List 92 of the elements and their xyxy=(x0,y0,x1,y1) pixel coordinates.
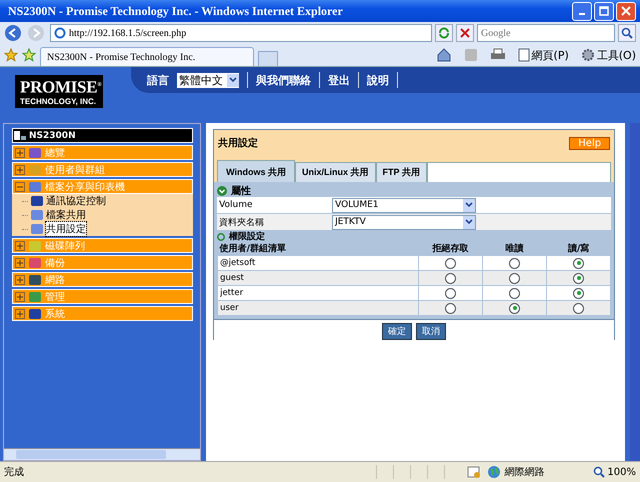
maximize-icon xyxy=(599,6,609,16)
panel-title: 共用設定 xyxy=(218,136,258,150)
language-label: 語言 xyxy=(147,72,169,88)
expand-icon[interactable] xyxy=(15,148,25,158)
table-cell: jetter xyxy=(218,286,419,300)
tab[interactable]: FTP 共用 xyxy=(376,162,427,182)
table-cell: @jetsoft xyxy=(218,256,419,270)
radio-button[interactable] xyxy=(509,258,520,268)
folder-icon xyxy=(29,222,45,236)
collapse-icon[interactable] xyxy=(217,186,228,196)
category-icon xyxy=(27,256,43,270)
close-icon xyxy=(621,6,631,16)
form-button[interactable]: 確定 xyxy=(382,323,412,340)
tree-root[interactable]: NS2300N xyxy=(12,128,194,143)
gear-icon xyxy=(580,48,595,62)
zoom-level[interactable]: 100% xyxy=(607,466,636,478)
nav-link[interactable]: 說明 xyxy=(367,72,389,88)
zoom-icon[interactable] xyxy=(593,466,606,478)
search-icon xyxy=(621,27,633,39)
printer-icon[interactable] xyxy=(490,48,506,62)
back-button[interactable] xyxy=(4,23,24,43)
category-icon xyxy=(27,162,43,176)
favorites-star-icon[interactable] xyxy=(4,48,18,62)
radio-button[interactable] xyxy=(573,272,584,284)
promise-logo: PROMISE$^{®}$ TECHNOLOGY, INC. xyxy=(15,75,103,108)
category-icon xyxy=(27,272,43,286)
radio-button[interactable] xyxy=(573,288,584,298)
radio-button[interactable] xyxy=(509,302,520,314)
expand-icon[interactable] xyxy=(15,164,25,174)
security-icon xyxy=(467,465,482,479)
minimize-icon xyxy=(579,13,585,15)
horizontal-scrollbar[interactable] xyxy=(4,448,200,460)
refresh-icon xyxy=(438,27,450,39)
status-text: 完成 xyxy=(4,466,25,479)
radio-button[interactable] xyxy=(573,302,584,314)
category-icon xyxy=(27,180,43,194)
tree-item[interactable]: 共用設定 xyxy=(46,222,86,236)
radio-button[interactable] xyxy=(573,258,584,268)
radio-button[interactable] xyxy=(445,302,456,314)
collapse-icon[interactable] xyxy=(15,182,25,192)
globe-icon xyxy=(487,465,502,479)
add-favorite-icon[interactable] xyxy=(22,48,36,62)
browser-tab[interactable]: NS2300N - Promise Technology Inc. xyxy=(40,47,254,66)
stop-icon xyxy=(460,28,470,38)
select-field[interactable]: VOLUME1 xyxy=(332,198,476,212)
field-label: Volume xyxy=(218,199,254,212)
category-icon xyxy=(27,290,43,304)
refresh-button[interactable] xyxy=(435,24,453,42)
zone-text: 網際網路 xyxy=(504,466,544,479)
tab[interactable]: Windows 共用 xyxy=(217,160,296,182)
monitor-icon xyxy=(29,194,45,208)
address-field[interactable]: http://192.168.1.5/screen.php xyxy=(50,24,432,42)
radio-button[interactable] xyxy=(509,272,520,284)
window-title: NS2300N - Promise Technology Inc. - Windows Internet Explorer xyxy=(8,4,344,18)
search-button[interactable] xyxy=(618,24,636,42)
close-button[interactable] xyxy=(616,2,636,20)
expand-icon[interactable] xyxy=(15,292,25,302)
nav-link[interactable]: 與我們聯絡 xyxy=(256,72,311,88)
tab[interactable]: Unix/Linux 共用 xyxy=(295,162,376,182)
expand-icon[interactable] xyxy=(15,274,25,284)
minimize-button[interactable] xyxy=(572,2,592,20)
vertical-scrollbar[interactable] xyxy=(630,123,640,461)
stop-button[interactable] xyxy=(456,24,474,42)
form-button[interactable]: 取消 xyxy=(416,323,446,340)
tools-menu-button[interactable]: 工具(O) xyxy=(580,48,636,62)
table-cell: guest xyxy=(218,270,419,286)
expand-icon[interactable] xyxy=(15,308,25,318)
section-heading: 權限設定 xyxy=(229,230,266,243)
folder-icon xyxy=(29,208,45,222)
category-icon xyxy=(27,306,43,320)
expand-icon[interactable] xyxy=(217,232,226,240)
maximize-button[interactable] xyxy=(594,2,614,20)
radio-button[interactable] xyxy=(445,288,456,298)
search-field[interactable]: Google xyxy=(477,24,615,42)
expand-icon[interactable] xyxy=(15,258,25,268)
radio-button[interactable] xyxy=(509,288,520,298)
category-icon xyxy=(27,146,43,160)
home-icon[interactable] xyxy=(436,48,452,62)
select-field[interactable]: JETKTV xyxy=(332,214,476,230)
tree-item[interactable]: 檔案共用 xyxy=(46,208,86,222)
table-cell: user xyxy=(218,300,419,316)
section-heading: 屬性 xyxy=(231,184,252,198)
tree-item[interactable]: 通訊協定控制 xyxy=(46,194,106,208)
language-select[interactable]: 繁體中文 xyxy=(177,72,239,88)
category-icon xyxy=(27,238,43,252)
server-icon xyxy=(13,130,27,142)
expand-icon[interactable] xyxy=(15,240,25,250)
radio-button[interactable] xyxy=(445,258,456,268)
radio-button[interactable] xyxy=(445,272,456,284)
nav-link[interactable]: 登出 xyxy=(328,72,350,88)
field-label: 資料夾名稱 xyxy=(218,216,266,230)
page-menu-button[interactable]: 網頁(P) xyxy=(518,48,569,62)
